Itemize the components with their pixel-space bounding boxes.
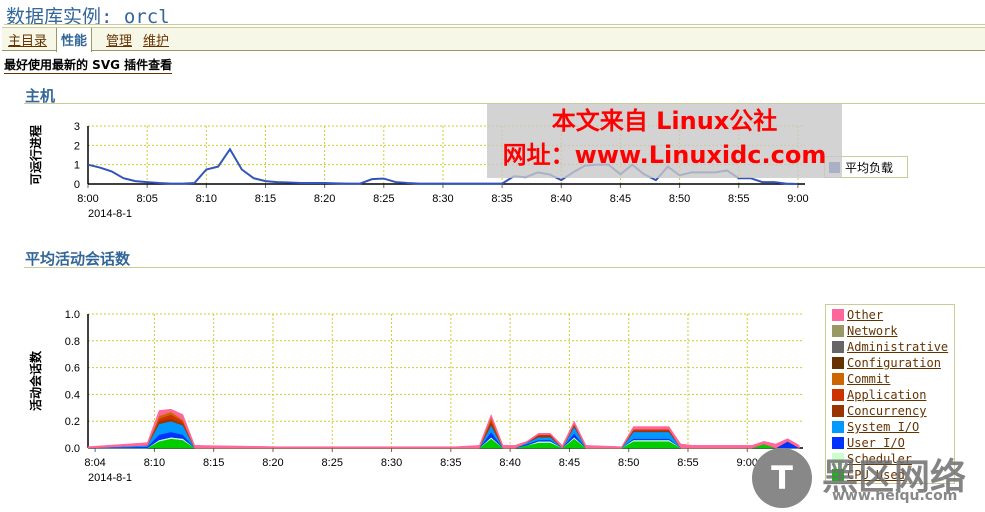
x-tick-label: 8:35 [491,193,512,205]
x-tick-label: 8:35 [440,457,461,469]
x-tick-label: 8:15 [203,457,224,469]
area-commit [87,411,800,449]
y-tick-label: 0.8 [65,336,80,348]
x-tick-label: 8:40 [551,193,572,205]
x-tick-label: 8:10 [144,457,165,469]
area-concurrency [87,418,800,449]
date-label: 2014-8-1 [88,208,132,220]
watermark-corner-url: www.heiqu.com [832,488,958,504]
watermark: 本文来自 Linux公社 网址：www.Linuxidc.com [487,104,842,178]
x-tick-label: 8:55 [728,193,749,205]
y-tick-label: 1.0 [65,309,80,321]
legend-item[interactable]: Commit [832,372,890,386]
y-axis-label: 可运行进程 [28,125,43,185]
x-tick-label: 8:45 [559,457,580,469]
y-tick-label: 0 [74,179,80,191]
legend-item[interactable]: Other [832,308,883,322]
x-tick-label: 8:05 [136,193,157,205]
y-tick-label: 0.4 [65,389,80,401]
y-axis-label: 活动会话数 [28,350,43,411]
y-tick-label: 0.6 [65,363,80,375]
y-tick-label: 2 [74,140,80,152]
x-tick-label: 8:30 [381,457,402,469]
legend-label[interactable]: Administrative [847,340,948,354]
x-tick-label: 8:10 [196,193,217,205]
watermark-line1: 本文来自 Linux公社 [551,107,778,135]
date-label: 2014-8-1 [88,472,132,484]
y-tick-label: 0.2 [65,416,80,428]
watermark-line2: 网址：www.Linuxidc.com [502,141,827,169]
x-tick-label: 8:20 [262,457,283,469]
legend-label[interactable]: Network [847,324,898,338]
legend-swatch [832,357,844,369]
x-tick-label: 8:45 [610,193,631,205]
x-tick-label: 8:25 [322,457,343,469]
area-other [87,408,800,449]
x-tick-label: 8:20 [314,193,335,205]
legend-swatch [832,373,844,385]
x-tick-label: 8:50 [618,457,639,469]
area-application [87,414,800,449]
x-tick-label: 9:00 [787,193,808,205]
legend-swatch [832,341,844,353]
x-tick-label: 8:55 [677,457,698,469]
legend-label[interactable]: Commit [847,372,890,386]
legend-item[interactable]: Application [832,388,926,402]
x-tick-label: 8:04 [84,457,105,469]
corner-watermark: T 黑区网络 www.heiqu.com [752,448,982,510]
legend-label[interactable]: Other [847,308,883,322]
legend-swatch [832,325,844,337]
x-tick-label: 8:00 [77,193,98,205]
x-tick-label: 8:15 [255,193,276,205]
legend-item[interactable]: System I/O [832,420,919,434]
legend-label[interactable]: System I/O [847,420,919,434]
legend-item[interactable]: Administrative [832,340,948,354]
legend-swatch [832,389,844,401]
legend-item[interactable]: Concurrency [832,404,926,418]
area-system-i-o [87,420,800,449]
x-tick-label: 8:30 [432,193,453,205]
legend-item[interactable]: Configuration [832,356,941,370]
legend-swatch [832,309,844,321]
legend-label[interactable]: Application [847,388,926,402]
legend-label[interactable]: Configuration [847,356,941,370]
legend-label: 平均负载 [845,161,894,175]
y-tick-label: 3 [74,121,80,133]
legend-swatch [832,405,844,417]
legend-item[interactable]: Network [832,324,898,338]
heiqu-logo: T [752,448,812,508]
x-tick-label: 8:50 [669,193,690,205]
x-tick-label: 8:40 [499,457,520,469]
legend-label[interactable]: Concurrency [847,404,926,418]
x-tick-label: 8:25 [373,193,394,205]
legend-swatch [832,421,844,433]
y-tick-label: 1 [74,160,80,172]
y-tick-label: 0.0 [65,443,80,455]
